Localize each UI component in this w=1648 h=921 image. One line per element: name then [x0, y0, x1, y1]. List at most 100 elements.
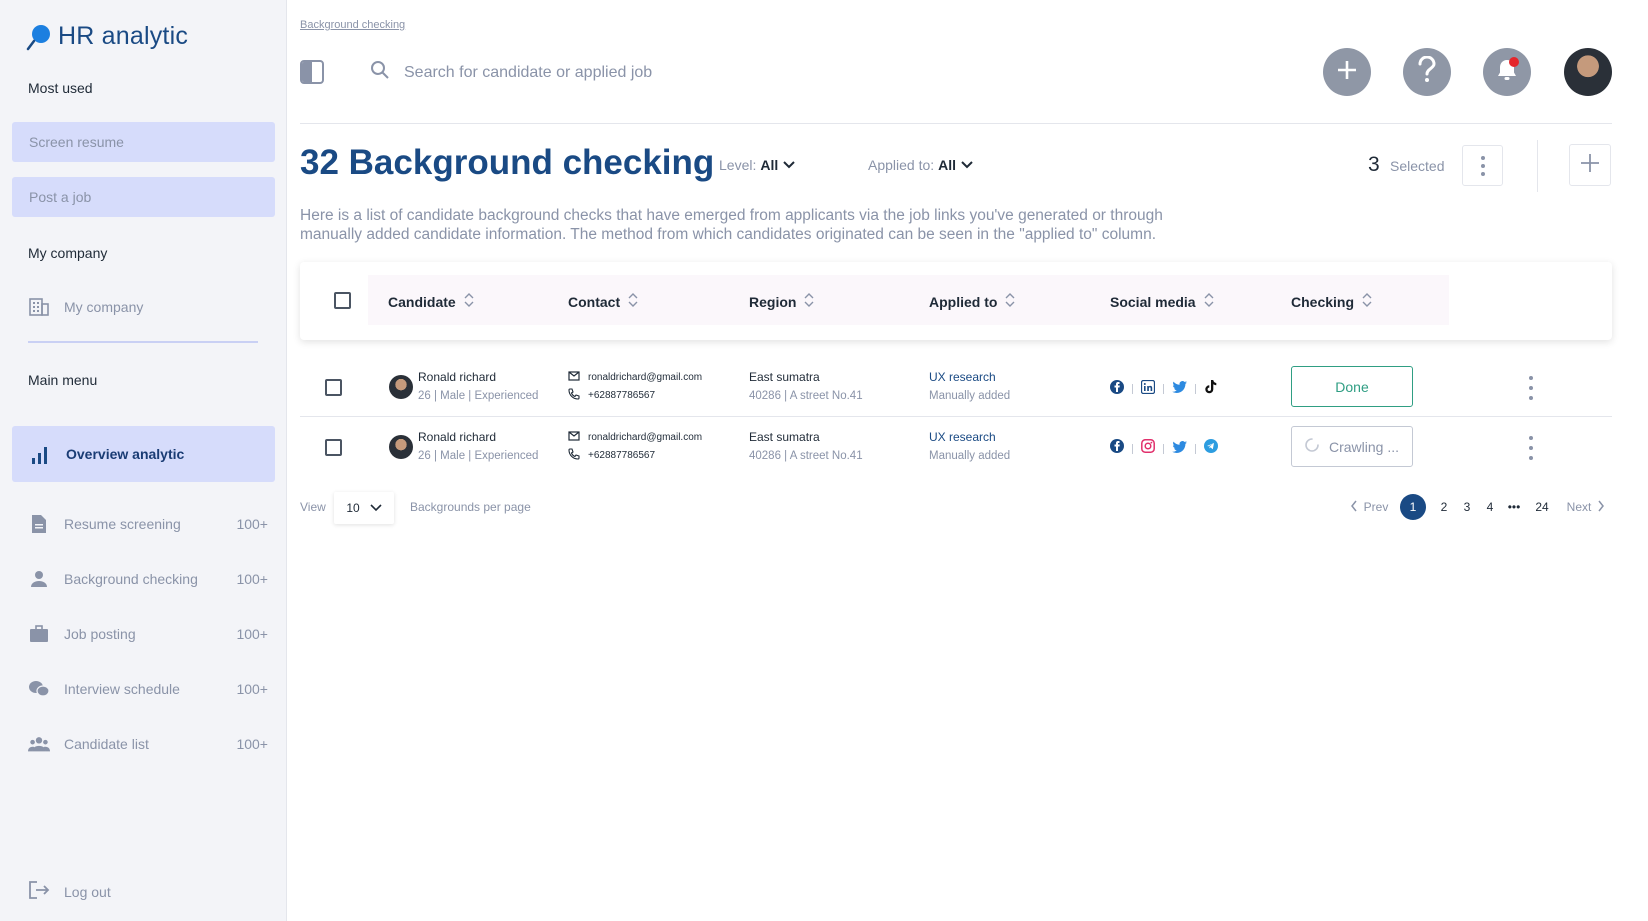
briefcase-icon [28, 623, 50, 645]
sort-icon [628, 292, 638, 311]
mail-icon [568, 430, 580, 444]
search-input[interactable] [404, 63, 804, 82]
level-filter-label: Level: [719, 157, 757, 173]
candidate-avatar[interactable] [389, 375, 413, 399]
row-divider [300, 416, 1612, 417]
applied-to-filter[interactable]: Applied to: All [868, 157, 974, 173]
row-actions-button[interactable] [1526, 436, 1536, 460]
social-links [1110, 439, 1218, 458]
facebook-icon[interactable] [1110, 379, 1124, 399]
post-job-button[interactable]: Post a job [12, 177, 275, 217]
select-all-checkbox[interactable] [334, 292, 351, 309]
column-header-contact[interactable]: Contact [568, 292, 638, 311]
count-badge: 100+ [236, 736, 268, 752]
sidebar-toggle-button[interactable] [300, 60, 324, 84]
help-button[interactable] [1403, 48, 1451, 96]
instagram-icon[interactable] [1141, 439, 1155, 458]
mail-icon [568, 370, 580, 384]
column-label: Region [749, 293, 797, 310]
applied-filter-label: Applied to: [868, 157, 935, 173]
page-number[interactable]: 2 [1436, 494, 1452, 520]
spinner-icon [1305, 438, 1319, 455]
row-checkbox[interactable] [325, 439, 342, 456]
app-logo[interactable]: HR analytic [26, 22, 188, 51]
social-links [1110, 379, 1217, 399]
row-actions-button[interactable] [1526, 376, 1536, 400]
contact-phone[interactable]: +62887786567 [588, 450, 655, 461]
breadcrumb[interactable]: Background checking [300, 19, 405, 31]
sidebar-item-my-company[interactable]: My company [28, 292, 268, 322]
sidebar-item-label: My company [64, 299, 144, 315]
magnifier-logo-icon [26, 23, 52, 51]
linkedin-icon[interactable] [1140, 379, 1156, 399]
twitter-icon[interactable] [1172, 380, 1187, 398]
sidebar-item-label: Resume screening [64, 516, 181, 532]
sidebar-divider [28, 341, 258, 343]
status-crawling-button[interactable]: Crawling ... [1291, 426, 1413, 467]
row-checkbox[interactable] [325, 379, 342, 396]
candidate-avatar[interactable] [389, 435, 413, 459]
sidebar-item-candidate-list[interactable]: Candidate list 100+ [28, 729, 268, 759]
facebook-icon[interactable] [1110, 439, 1124, 458]
column-header-applied-to[interactable]: Applied to [929, 292, 1015, 311]
sidebar-item-overview-analytic[interactable]: Overview analytic [12, 426, 275, 482]
applied-job-link[interactable]: UX research [929, 370, 1010, 384]
sort-icon [1204, 292, 1214, 311]
sidebar-item-interview-schedule[interactable]: Interview schedule 100+ [28, 674, 268, 704]
more-actions-button[interactable] [1462, 145, 1503, 186]
user-avatar[interactable] [1564, 48, 1612, 96]
page-number[interactable]: 24 [1530, 494, 1554, 520]
logout-icon [28, 880, 50, 903]
contact-phone[interactable]: +62887786567 [588, 390, 655, 401]
next-page-button[interactable]: Next [1562, 494, 1610, 520]
column-label: Contact [568, 293, 621, 310]
separator [1132, 443, 1133, 454]
column-label: Checking [1291, 293, 1355, 310]
chevron-down-icon [782, 157, 796, 173]
add-candidate-button[interactable] [1569, 144, 1611, 186]
column-label: Candidate [388, 293, 456, 310]
prev-page-button[interactable]: Prev [1344, 494, 1394, 520]
logout-button[interactable]: Log out [28, 880, 111, 903]
candidate-cell[interactable]: Ronald richard 26 | Male | Experienced [418, 370, 538, 402]
add-button[interactable] [1323, 48, 1371, 96]
notifications-button[interactable] [1483, 48, 1531, 96]
column-header-checking[interactable]: Checking [1291, 292, 1372, 311]
search-icon [370, 60, 390, 85]
main-menu-label: Main menu [28, 372, 98, 388]
per-page-select[interactable]: 10 [334, 492, 394, 524]
sidebar-item-resume-screening[interactable]: Resume screening 100+ [28, 509, 268, 539]
candidate-cell[interactable]: Ronald richard 26 | Male | Experienced [418, 430, 538, 462]
applied-cell: UX research Manually added [929, 430, 1010, 462]
sidebar-item-job-posting[interactable]: Job posting 100+ [28, 619, 268, 649]
screen-resume-button[interactable]: Screen resume [12, 122, 275, 162]
sort-icon [1362, 292, 1372, 311]
page-number[interactable]: 4 [1482, 494, 1498, 520]
sort-icon [1005, 292, 1015, 311]
count-badge: 100+ [236, 571, 268, 587]
app-name: HR analytic [58, 22, 189, 50]
sidebar-item-label: Candidate list [64, 736, 149, 752]
count-badge: 100+ [236, 626, 268, 642]
level-filter-value: All [760, 157, 779, 173]
kebab-icon [1480, 155, 1485, 176]
my-company-section-label: My company [28, 245, 108, 261]
contact-email[interactable]: ronaldrichard@gmail.com [588, 432, 702, 443]
column-header-candidate[interactable]: Candidate [388, 292, 474, 311]
level-filter[interactable]: Level: All [719, 157, 796, 173]
tiktok-icon[interactable] [1204, 379, 1217, 399]
region-name: East sumatra [749, 370, 820, 384]
status-done-button[interactable]: Done [1291, 366, 1413, 407]
contact-email[interactable]: ronaldrichard@gmail.com [588, 372, 702, 383]
sidebar-item-background-checking[interactable]: Background checking 100+ [28, 564, 268, 594]
phone-icon [568, 447, 580, 463]
page-number-active[interactable]: 1 [1400, 494, 1426, 520]
telegram-icon[interactable] [1204, 439, 1218, 458]
selected-label: Selected [1390, 158, 1445, 174]
search-bar [370, 60, 804, 85]
column-header-social-media[interactable]: Social media [1110, 292, 1214, 311]
column-header-region[interactable]: Region [749, 292, 814, 311]
page-number[interactable]: 3 [1459, 494, 1475, 520]
twitter-icon[interactable] [1172, 440, 1187, 458]
applied-job-link[interactable]: UX research [929, 430, 1010, 444]
